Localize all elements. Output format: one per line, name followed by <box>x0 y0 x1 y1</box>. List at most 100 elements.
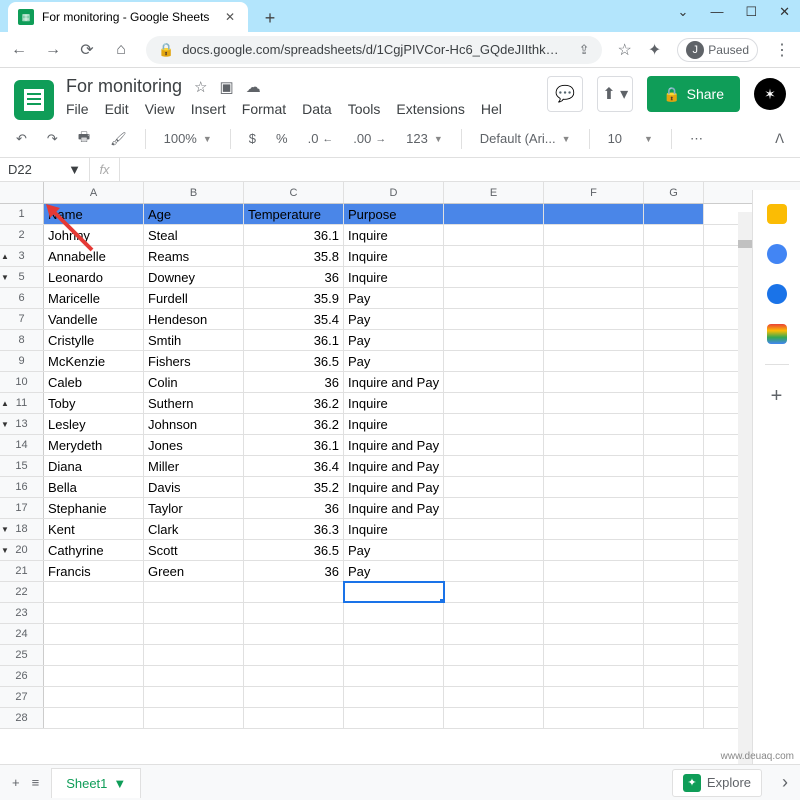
cell[interactable] <box>644 582 704 602</box>
print-icon[interactable]: 🖶 <box>72 124 96 154</box>
cell[interactable] <box>644 414 704 434</box>
cell[interactable] <box>644 624 704 644</box>
cell[interactable]: 36.5 <box>244 351 344 371</box>
cell[interactable] <box>444 288 544 308</box>
sheets-logo-icon[interactable] <box>14 80 54 120</box>
cell[interactable] <box>544 603 644 623</box>
row-header[interactable]: 20▼ <box>0 540 44 560</box>
cell[interactable]: 36.1 <box>244 225 344 245</box>
decrease-decimal-icon[interactable]: .0← <box>302 127 340 150</box>
name-box[interactable]: D22▼ <box>0 158 90 181</box>
select-all-corner[interactable] <box>0 182 44 203</box>
row-header[interactable]: 17 <box>0 498 44 518</box>
cell[interactable]: Stephanie <box>44 498 144 518</box>
cell[interactable]: Inquire <box>344 246 444 266</box>
cell[interactable]: Annabelle <box>44 246 144 266</box>
cell[interactable] <box>544 561 644 581</box>
cell[interactable] <box>144 624 244 644</box>
cell[interactable]: 36.2 <box>244 393 344 413</box>
cell[interactable] <box>644 309 704 329</box>
row-header[interactable]: 9 <box>0 351 44 371</box>
row-header[interactable]: 13▼ <box>0 414 44 434</box>
minimize-icon[interactable]: — <box>710 4 723 20</box>
profile-chip[interactable]: J Paused <box>677 38 758 62</box>
row-header[interactable]: 22 <box>0 582 44 602</box>
menu-file[interactable]: File <box>66 101 89 117</box>
cell[interactable] <box>644 393 704 413</box>
cell[interactable] <box>544 288 644 308</box>
font-select[interactable]: Default (Ari...▼ <box>474 127 577 150</box>
cell[interactable] <box>644 708 704 728</box>
cell[interactable] <box>444 372 544 392</box>
cell[interactable] <box>444 603 544 623</box>
menu-format[interactable]: Format <box>242 101 286 117</box>
cell[interactable]: Pay <box>344 330 444 350</box>
number-format-select[interactable]: 123▼ <box>400 127 449 150</box>
cell[interactable]: Davis <box>144 477 244 497</box>
maps-icon[interactable] <box>767 324 787 344</box>
cell[interactable] <box>544 498 644 518</box>
cell[interactable]: Maricelle <box>44 288 144 308</box>
cell[interactable]: Vandelle <box>44 309 144 329</box>
cell[interactable] <box>644 603 704 623</box>
cell[interactable]: Johnny <box>44 225 144 245</box>
row-header[interactable]: 24 <box>0 624 44 644</box>
cell[interactable]: 36.2 <box>244 414 344 434</box>
star-icon[interactable]: ☆ <box>194 78 207 96</box>
col-header[interactable]: A <box>44 182 144 203</box>
contacts-icon[interactable] <box>767 284 787 304</box>
row-header[interactable]: 27 <box>0 687 44 707</box>
undo-icon[interactable]: ↶ <box>10 127 33 151</box>
row-header[interactable]: 7 <box>0 309 44 329</box>
zoom-select[interactable]: 100%▼ <box>158 127 218 150</box>
cell[interactable]: 36 <box>244 498 344 518</box>
collapse-toolbar-icon[interactable]: ᐱ <box>769 127 790 151</box>
cell[interactable] <box>344 582 444 602</box>
cell[interactable]: 36.4 <box>244 456 344 476</box>
cell[interactable] <box>544 477 644 497</box>
explore-button[interactable]: ✦ Explore <box>672 769 762 797</box>
browser-tab[interactable]: ▦ For monitoring - Google Sheets ✕ <box>8 2 248 32</box>
cell[interactable]: Lesley <box>44 414 144 434</box>
cell[interactable] <box>44 687 144 707</box>
row-header[interactable]: 23 <box>0 603 44 623</box>
menu-extensions[interactable]: Extensions <box>396 101 464 117</box>
cell[interactable]: Steal <box>144 225 244 245</box>
menu-edit[interactable]: Edit <box>105 101 129 117</box>
col-header[interactable]: D <box>344 182 444 203</box>
cell[interactable] <box>644 687 704 707</box>
row-header[interactable]: 16 <box>0 477 44 497</box>
cell[interactable]: 36.1 <box>244 435 344 455</box>
cell[interactable] <box>444 561 544 581</box>
cell[interactable]: Scott <box>144 540 244 560</box>
cell[interactable]: Green <box>144 561 244 581</box>
browser-menu-icon[interactable]: ⋮ <box>774 40 790 60</box>
menu-view[interactable]: View <box>145 101 175 117</box>
cell[interactable]: Jones <box>144 435 244 455</box>
cell[interactable]: Temperature <box>244 204 344 224</box>
cell[interactable]: Colin <box>144 372 244 392</box>
cell[interactable]: Inquire and Pay <box>344 435 444 455</box>
cell[interactable] <box>444 309 544 329</box>
cell[interactable] <box>444 351 544 371</box>
tasks-icon[interactable] <box>767 244 787 264</box>
side-panel-toggle-icon[interactable]: › <box>782 772 788 793</box>
cell[interactable] <box>444 645 544 665</box>
row-header[interactable]: 2 <box>0 225 44 245</box>
cell[interactable]: Hendeson <box>144 309 244 329</box>
row-header[interactable]: 5▼ <box>0 267 44 287</box>
add-addon-icon[interactable]: + <box>771 385 783 408</box>
menu-insert[interactable]: Insert <box>191 101 226 117</box>
cell[interactable]: Cristylle <box>44 330 144 350</box>
menu-tools[interactable]: Tools <box>348 101 381 117</box>
paint-format-icon[interactable]: 🖌 <box>104 127 133 151</box>
cell[interactable]: Pay <box>344 288 444 308</box>
cell[interactable] <box>244 687 344 707</box>
cell[interactable] <box>344 687 444 707</box>
more-toolbar-icon[interactable]: ⋯ <box>684 127 709 151</box>
cell[interactable] <box>44 582 144 602</box>
cell[interactable] <box>544 519 644 539</box>
cell[interactable] <box>144 603 244 623</box>
cell[interactable]: Name <box>44 204 144 224</box>
cell[interactable] <box>544 435 644 455</box>
